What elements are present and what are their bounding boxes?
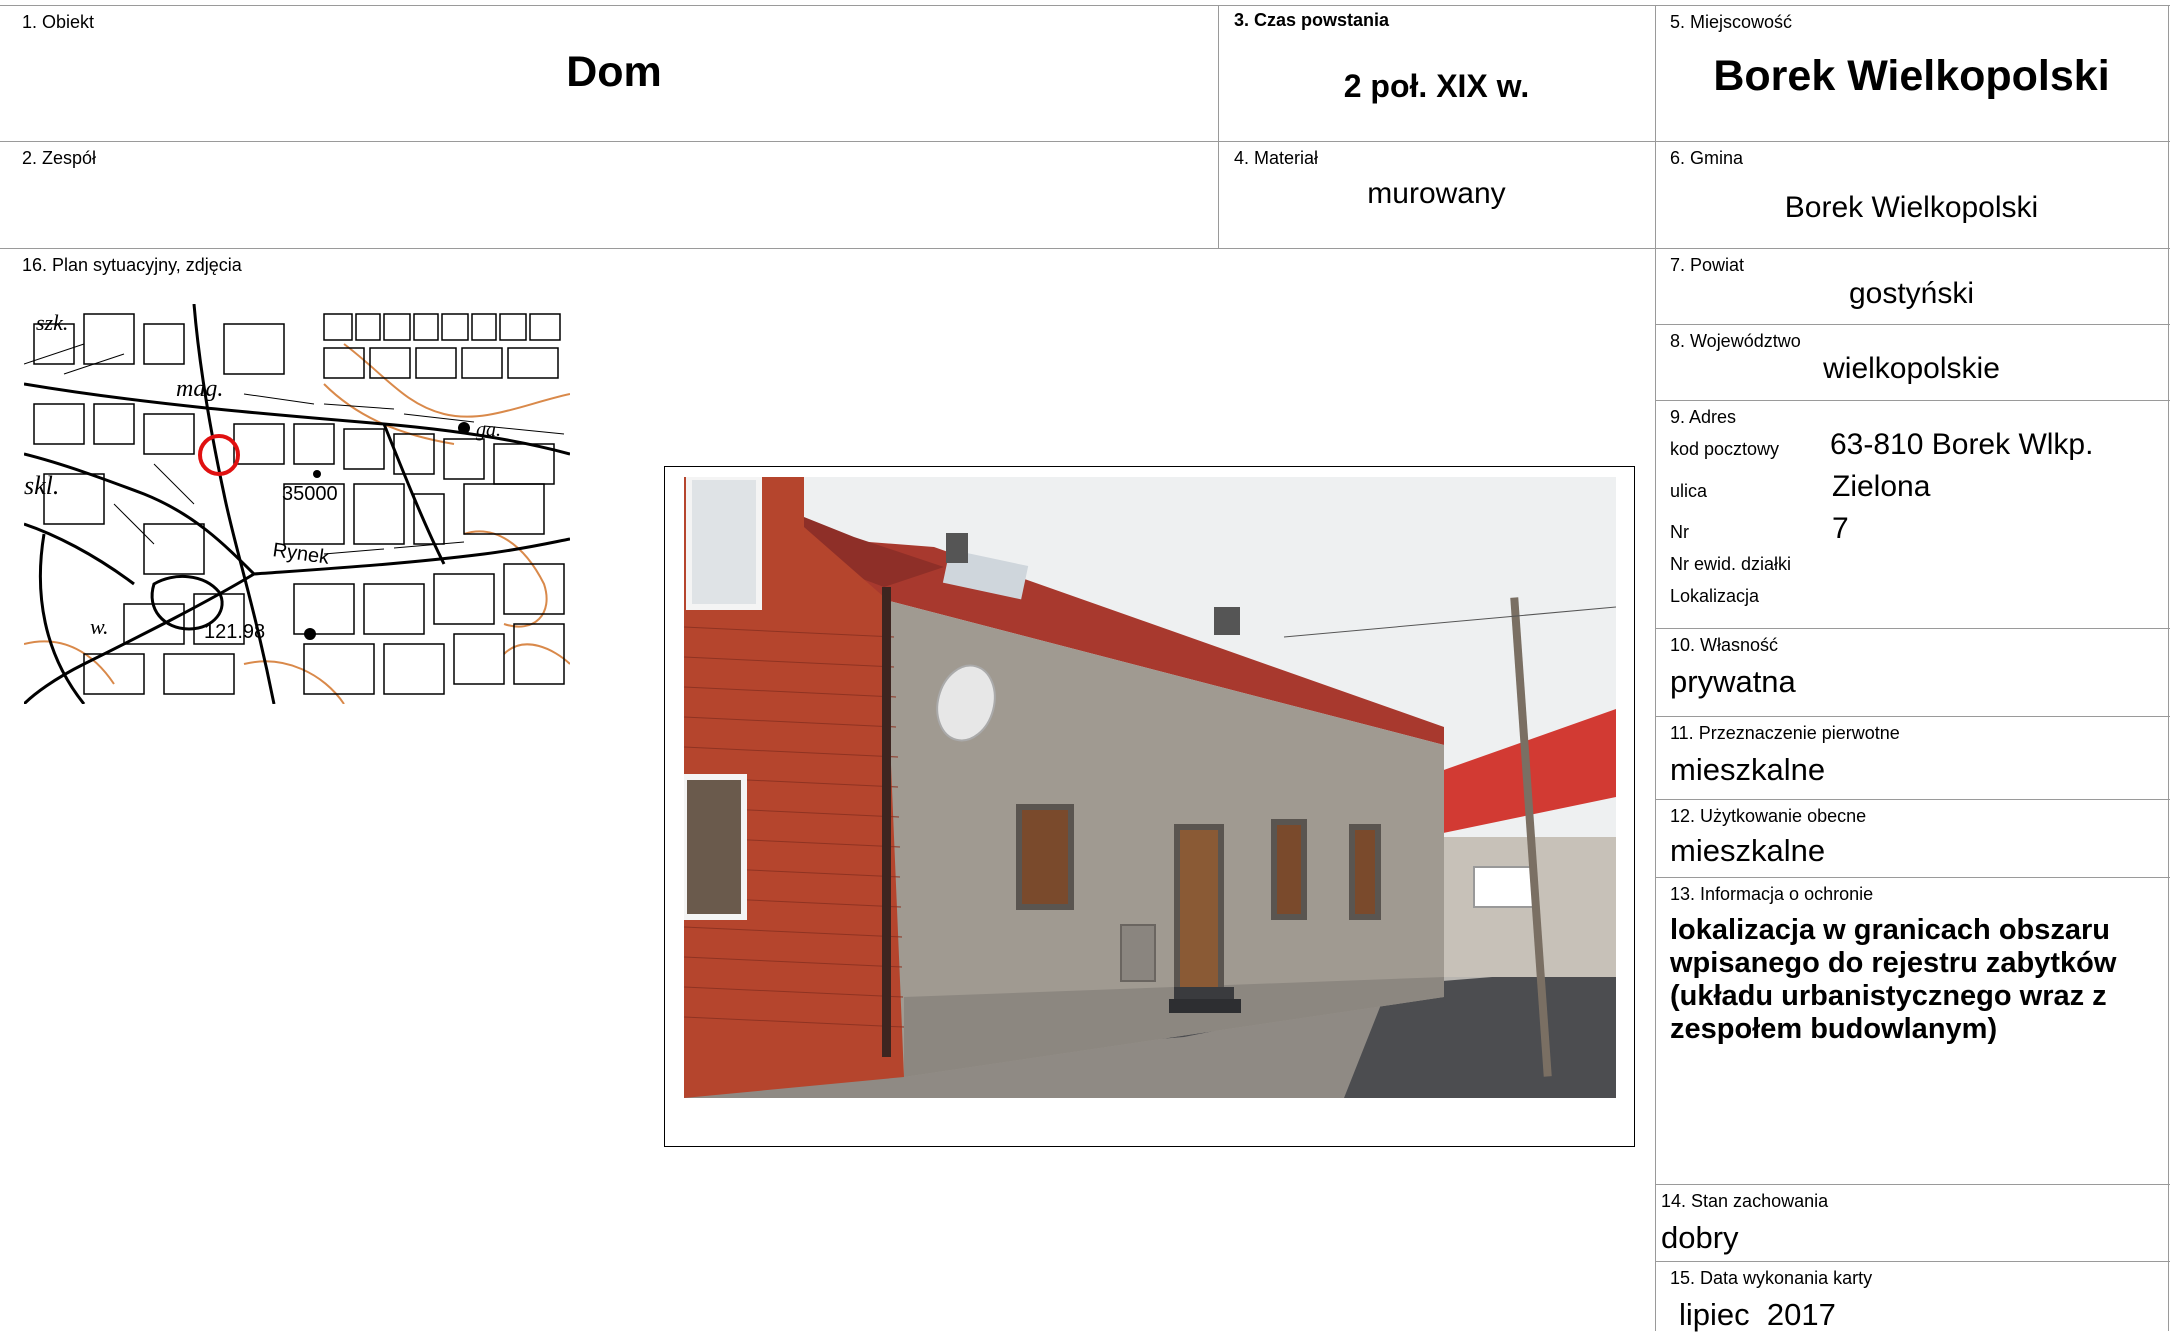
map-label-w: w. xyxy=(90,614,109,639)
gmina-label: 6. Gmina xyxy=(1670,148,1744,168)
powiat-value: gostyński xyxy=(1848,277,1975,310)
kod-pocztowy-label: kod pocztowy xyxy=(1670,439,1780,459)
situational-map: szk. mag. ga. skl. w. 35000 Rynek 121.98 xyxy=(24,304,570,704)
material-label: 4. Materiał xyxy=(1234,148,1319,168)
kod-pocztowy-value: 63-810 Borek Wlkp. xyxy=(1830,428,2094,461)
obiekt-label: 1. Obiekt xyxy=(22,12,95,32)
adres-label: 9. Adres xyxy=(1670,407,1737,427)
ochrona-line-4: zespołem budowlanym) xyxy=(1670,1013,1998,1045)
wlasnosc-label: 10. Własność xyxy=(1670,635,1779,655)
map-label-szk: szk. xyxy=(36,310,68,335)
map-label-elevation: 121.98 xyxy=(204,621,265,643)
data-karty-value: lipiec 2017 xyxy=(1679,1297,1836,1332)
uzytkowanie-value: mieszkalne xyxy=(1670,833,1826,868)
plan-label: 16. Plan sytuacyjny, zdjęcia xyxy=(22,255,242,275)
wojewodztwo-label: 8. Województwo xyxy=(1670,331,1801,351)
czas-powstania-value: 2 poł. XIX w. xyxy=(1343,68,1530,104)
zespol-label: 2. Zespół xyxy=(22,148,97,168)
data-karty-label: 15. Data wykonania karty xyxy=(1670,1268,1873,1288)
ulica-value: Zielona xyxy=(1832,470,1931,503)
lokalizacja-label: Lokalizacja xyxy=(1670,586,1760,606)
material-value: murowany xyxy=(1367,177,1506,210)
ochrona-label: 13. Informacja o ochronie xyxy=(1670,884,1874,904)
map-label-mag: mag. xyxy=(176,376,223,402)
obiekt-value: Dom xyxy=(566,48,662,96)
ochrona-line-2: wpisanego do rejestru zabytków xyxy=(1670,947,2117,979)
nr-value: 7 xyxy=(1832,512,1849,545)
nr-label: Nr xyxy=(1670,522,1689,542)
map-label-35000: 35000 xyxy=(282,483,338,505)
map-label-skl: skl. xyxy=(24,471,59,500)
uzytkowanie-label: 12. Użytkowanie obecne xyxy=(1670,806,1867,826)
czas-powstania-label: 3. Czas powstania xyxy=(1234,10,1390,30)
ulica-label: ulica xyxy=(1670,481,1708,501)
map-label-ga: ga. xyxy=(476,419,501,441)
dzialka-label: Nr ewid. działki xyxy=(1670,554,1792,574)
gmina-value: Borek Wielkopolski xyxy=(1784,191,2039,224)
przeznaczenie-label: 11. Przeznaczenie pierwotne xyxy=(1670,723,1900,743)
ochrona-line-3: (układu urbanistycznego wraz z xyxy=(1670,980,2107,1012)
ochrona-line-1: lokalizacja w granicach obszaru xyxy=(1670,914,2110,946)
house-photo xyxy=(684,477,1616,1098)
miejscowosc-label: 5. Miejscowość xyxy=(1670,12,1793,32)
przeznaczenie-value: mieszkalne xyxy=(1670,752,1826,787)
stan-zachowania-label: 14. Stan zachowania xyxy=(1661,1191,1829,1211)
powiat-label: 7. Powiat xyxy=(1670,255,1745,275)
house-photo-frame xyxy=(664,466,1635,1147)
stan-zachowania-value: dobry xyxy=(1661,1220,1739,1255)
wojewodztwo-value: wielkopolskie xyxy=(1823,352,2000,385)
miejscowosc-value: Borek Wielkopolski xyxy=(1713,52,2110,100)
wlasnosc-value: prywatna xyxy=(1670,664,1796,699)
